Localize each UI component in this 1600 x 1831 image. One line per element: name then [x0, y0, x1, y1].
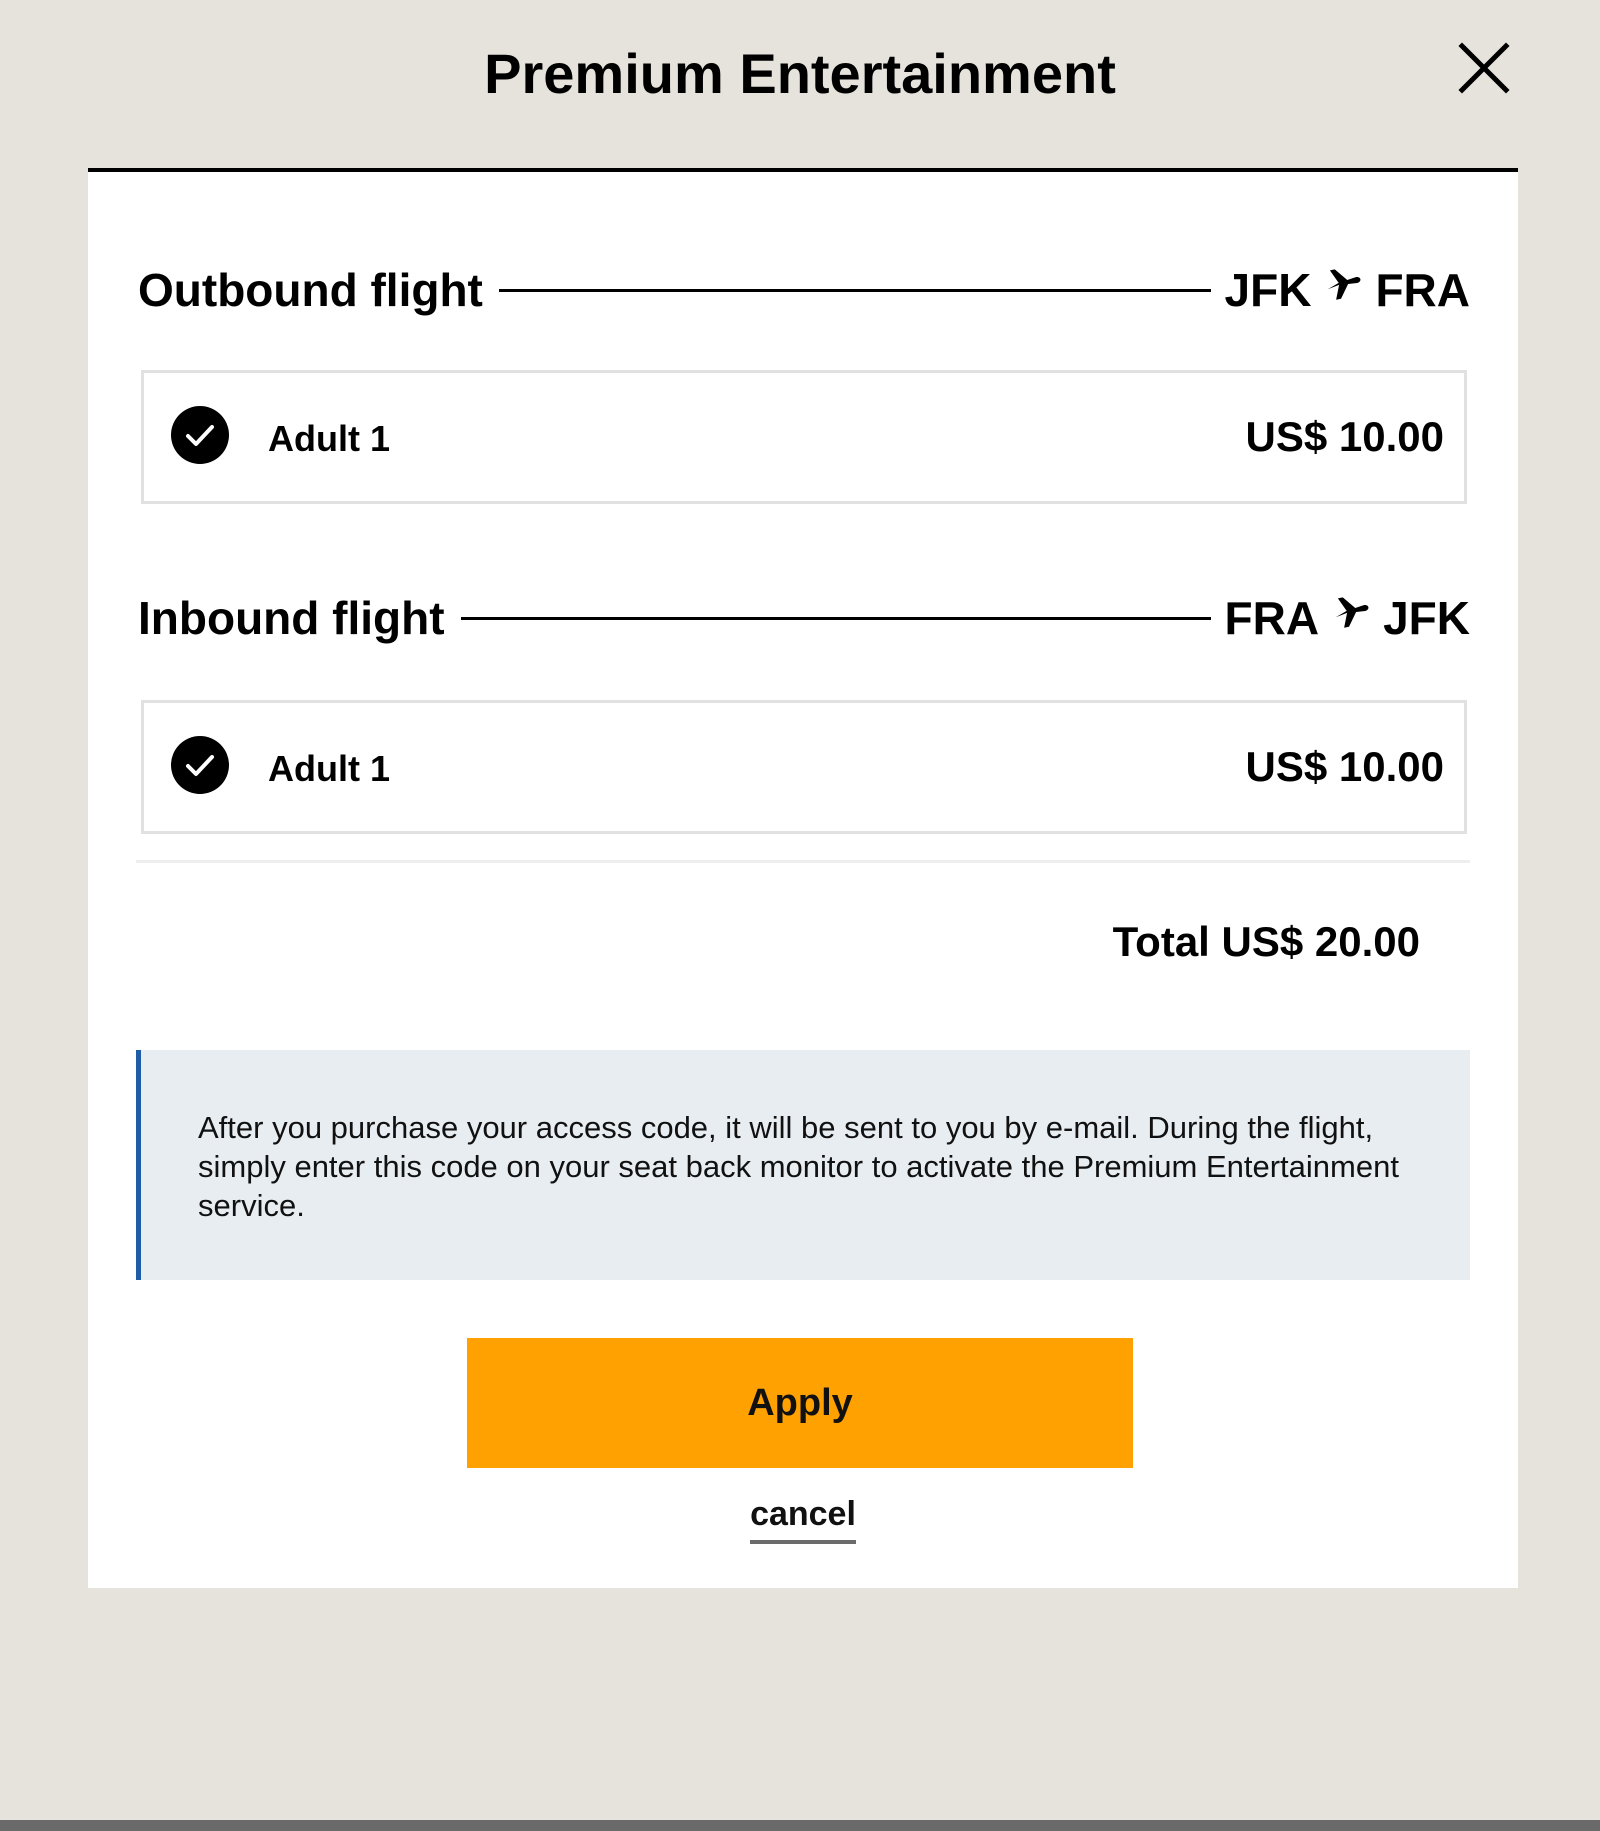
passenger-label: Adult 1	[268, 418, 390, 459]
outbound-destination: FRA	[1375, 264, 1470, 316]
plane-icon	[1328, 269, 1361, 300]
outbound-passenger-row[interactable]: Adult 1 US$ 10.00	[141, 370, 1467, 504]
total-price: Total US$ 20.00	[1112, 918, 1420, 965]
close-button[interactable]	[1454, 38, 1514, 98]
inbound-flight-header: Inbound flight FRA JFK	[138, 588, 1470, 648]
outbound-flight-route: JFK FRA	[1225, 260, 1470, 320]
bottom-bar	[0, 1820, 1600, 1831]
checkmark-icon[interactable]	[170, 735, 230, 795]
modal-panel: Outbound flight JFK FRA Adult 1 US$ 10.0…	[88, 168, 1518, 1588]
cancel-link[interactable]: cancel	[750, 1492, 856, 1544]
modal-header: Premium Entertainment	[0, 0, 1600, 170]
outbound-flight-header: Outbound flight JFK FRA	[138, 260, 1470, 320]
plane-icon	[1335, 597, 1369, 628]
passenger-label: Adult 1	[268, 748, 390, 789]
passenger-price: US$ 10.00	[1245, 743, 1444, 790]
inbound-passenger-row[interactable]: Adult 1 US$ 10.00	[141, 700, 1467, 834]
inbound-flight-route: FRA JFK	[1225, 588, 1470, 648]
checkmark-icon[interactable]	[170, 405, 230, 465]
outbound-flight-divider	[498, 288, 1211, 292]
close-icon	[1458, 42, 1510, 94]
inbound-flight-divider	[460, 616, 1211, 620]
inbound-origin: FRA	[1224, 592, 1320, 644]
modal-title: Premium Entertainment	[484, 42, 1116, 105]
outbound-origin: JFK	[1224, 264, 1312, 316]
cancel-link-container: cancel	[88, 1492, 1518, 1544]
inbound-flight-title: Inbound flight	[138, 592, 445, 644]
outbound-flight-title: Outbound flight	[138, 264, 483, 316]
info-notice: After you purchase your access code, it …	[136, 1050, 1470, 1280]
passenger-price: US$ 10.00	[1245, 413, 1444, 460]
info-text: After you purchase your access code, it …	[198, 1110, 1399, 1223]
divider	[136, 860, 1470, 863]
inbound-destination: JFK	[1383, 592, 1470, 644]
apply-button[interactable]: Apply	[467, 1338, 1133, 1468]
